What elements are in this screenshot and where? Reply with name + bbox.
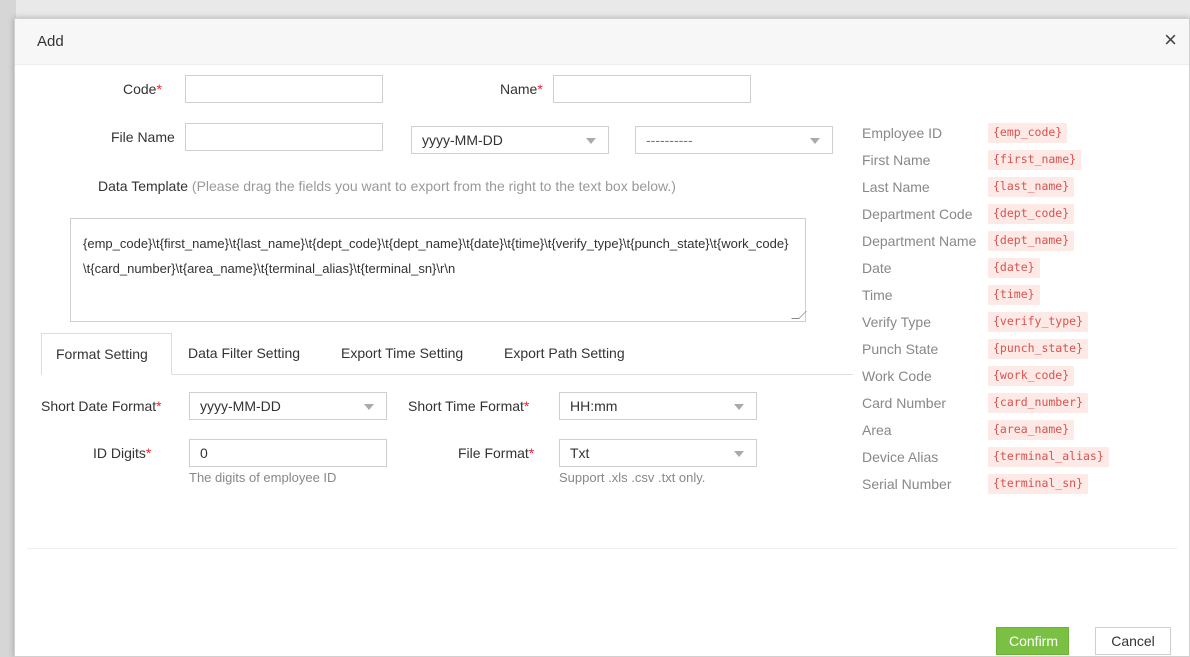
field-tag[interactable]: {punch_state}	[988, 339, 1089, 359]
file-name-input[interactable]	[185, 123, 383, 151]
file-format-label: File Format*	[458, 445, 535, 461]
field-name: Date	[862, 260, 892, 276]
file-date-format-select[interactable]: yyyy-MM-DD	[411, 126, 609, 154]
field-item[interactable]: Serial Number {terminal_sn}	[862, 474, 1162, 496]
name-label: Name*	[500, 81, 543, 97]
data-template-value: {emp_code}\t{first_name}\t{last_name}\t{…	[83, 236, 789, 276]
field-tag[interactable]: {verify_type}	[988, 312, 1089, 332]
field-tag[interactable]: {dept_name}	[988, 231, 1075, 251]
field-tag[interactable]: {terminal_alias}	[988, 447, 1109, 467]
id-digits-hint: The digits of employee ID	[189, 470, 337, 485]
field-item[interactable]: Area {area_name}	[862, 420, 1162, 442]
field-tag[interactable]: {emp_code}	[988, 123, 1068, 143]
data-template-textarea[interactable]: {emp_code}\t{first_name}\t{last_name}\t{…	[70, 218, 807, 322]
field-tag[interactable]: {last_name}	[988, 177, 1075, 197]
field-tag[interactable]: {work_code}	[988, 366, 1075, 386]
add-dialog: Add × Code* Name* File Name yyyy-MM-DD -…	[14, 18, 1190, 657]
field-tag[interactable]: {dept_code}	[988, 204, 1075, 224]
file-name-label: File Name	[111, 129, 175, 145]
field-name: Card Number	[862, 395, 947, 411]
field-name: Time	[862, 287, 893, 303]
short-time-format-select[interactable]: HH:mm	[559, 392, 757, 420]
name-input[interactable]	[553, 75, 751, 103]
field-item[interactable]: Department Code {dept_code}	[862, 204, 1162, 226]
chevron-down-icon	[734, 451, 744, 457]
separator-select[interactable]: ----------	[635, 126, 833, 154]
field-name: Serial Number	[862, 476, 952, 492]
field-name: Employee ID	[862, 125, 943, 141]
file-date-format-value: yyyy-MM-DD	[422, 132, 503, 148]
id-digits-input[interactable]: 0	[189, 439, 387, 467]
dialog-title: Add	[37, 33, 64, 50]
settings-tabs: Format Setting Data Filter Setting Expor…	[41, 333, 853, 375]
field-name: Verify Type	[862, 314, 932, 330]
short-time-format-value: HH:mm	[570, 398, 618, 414]
separator-value: ----------	[646, 132, 693, 148]
short-date-format-label: Short Date Format*	[41, 398, 162, 414]
field-item[interactable]: Last Name {last_name}	[862, 177, 1162, 199]
code-input[interactable]	[185, 75, 383, 103]
id-digits-label: ID Digits*	[93, 445, 152, 461]
chevron-down-icon	[586, 138, 596, 144]
close-icon[interactable]: ×	[1164, 29, 1177, 51]
field-name: Department Code	[862, 206, 973, 222]
file-format-select[interactable]: Txt	[559, 439, 757, 467]
field-name: Device Alias	[862, 449, 939, 465]
field-tag[interactable]: {terminal_sn}	[988, 474, 1089, 494]
chevron-down-icon	[364, 404, 374, 410]
field-tag[interactable]: {date}	[988, 258, 1040, 278]
field-item[interactable]: Device Alias {terminal_alias}	[862, 447, 1162, 469]
resize-handle-icon[interactable]	[791, 311, 807, 319]
short-date-format-value: yyyy-MM-DD	[200, 398, 281, 414]
dialog-header: Add ×	[15, 19, 1189, 65]
data-template-hint: (Please drag the fields you want to expo…	[191, 178, 676, 194]
field-item[interactable]: Employee ID {emp_code}	[862, 123, 1162, 145]
short-time-format-label: Short Time Format*	[408, 398, 530, 414]
field-item[interactable]: Department Name {dept_name}	[862, 231, 1162, 253]
file-format-value: Txt	[570, 445, 590, 461]
code-label: Code*	[123, 81, 162, 97]
data-template-label: Data Template (Please drag the fields yo…	[98, 178, 676, 194]
cancel-button[interactable]: Cancel	[1095, 627, 1171, 655]
field-tag[interactable]: {card_number}	[988, 393, 1089, 413]
field-name: First Name	[862, 152, 931, 168]
field-tag[interactable]: {area_name}	[988, 420, 1075, 440]
field-item[interactable]: Card Number {card_number}	[862, 393, 1162, 415]
field-item[interactable]: First Name {first_name}	[862, 150, 1162, 172]
tab-data-filter-setting[interactable]: Data Filter Setting	[174, 333, 314, 375]
field-name: Area	[862, 422, 892, 438]
field-name: Department Name	[862, 233, 977, 249]
field-name: Punch State	[862, 341, 939, 357]
tab-export-time-setting[interactable]: Export Time Setting	[327, 333, 477, 375]
field-name: Work Code	[862, 368, 932, 384]
field-item[interactable]: Time {time}	[862, 285, 1162, 307]
field-tag[interactable]: {time}	[988, 285, 1040, 305]
tab-export-path-setting[interactable]: Export Path Setting	[490, 333, 639, 375]
field-item[interactable]: Work Code {work_code}	[862, 366, 1162, 388]
field-item[interactable]: Punch State {punch_state}	[862, 339, 1162, 361]
tab-format-setting[interactable]: Format Setting	[41, 333, 172, 375]
chevron-down-icon	[810, 138, 820, 144]
confirm-button[interactable]: Confirm	[996, 627, 1069, 655]
field-name: Last Name	[862, 179, 930, 195]
short-date-format-select[interactable]: yyyy-MM-DD	[189, 392, 387, 420]
chevron-down-icon	[734, 404, 744, 410]
file-format-hint: Support .xls .csv .txt only.	[559, 470, 706, 485]
field-tag[interactable]: {first_name}	[988, 150, 1082, 170]
field-item[interactable]: Date {date}	[862, 258, 1162, 280]
field-item[interactable]: Verify Type {verify_type}	[862, 312, 1162, 334]
